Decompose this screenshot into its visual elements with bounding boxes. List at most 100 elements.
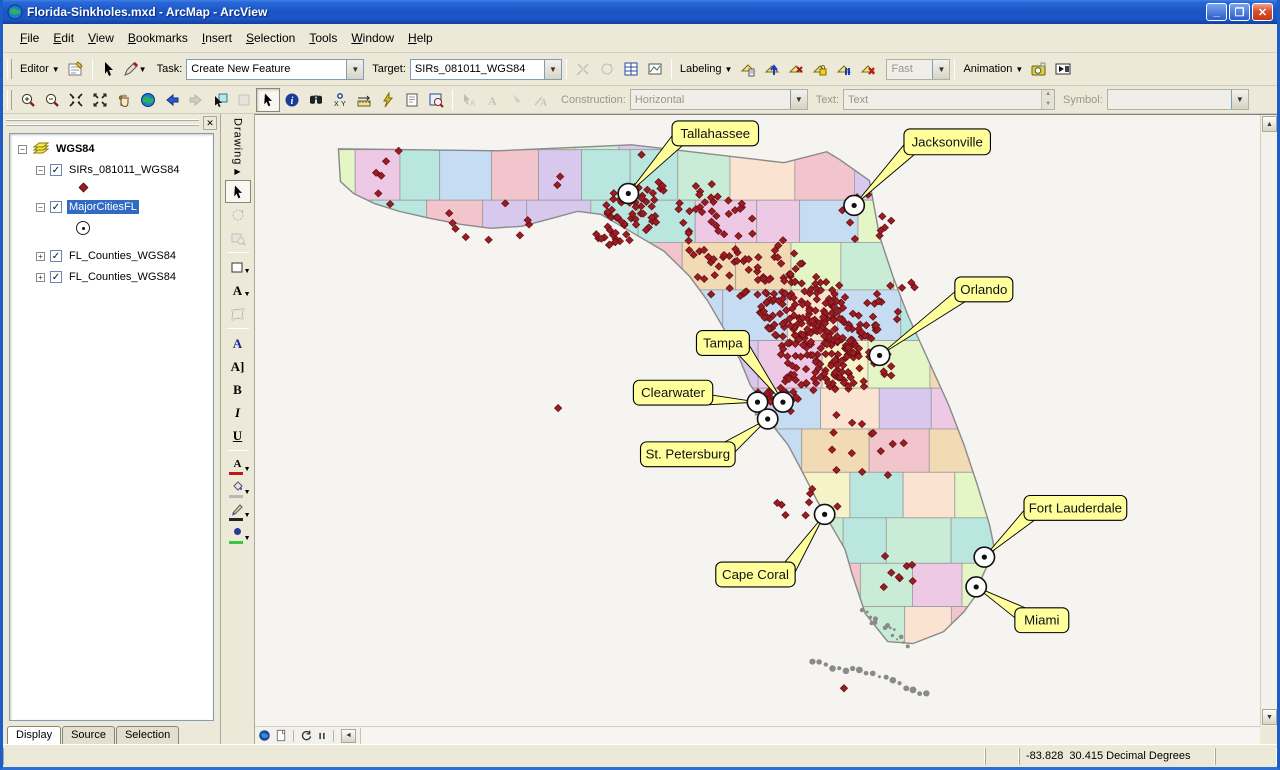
label-view-unplaced-button[interactable] [784,57,808,81]
tab-source[interactable]: Source [62,726,115,744]
toc-close-button[interactable]: ✕ [203,116,217,130]
label-stop-button[interactable] [856,57,880,81]
minimize-button[interactable]: _ [1206,3,1227,21]
font-size-button[interactable]: A] [225,355,251,378]
layer-label[interactable]: FL_Counties_WGS84 [67,249,178,263]
layer-row-counties-2[interactable]: + ✓ FL_Counties_WGS84 [36,270,209,284]
horizontal-scrollbar[interactable] [360,728,1260,744]
expander-minus-icon[interactable]: − [36,203,45,212]
new-text-tool[interactable]: A ▼ [225,279,251,302]
zoom-in-icon[interactable] [16,88,40,112]
magnifier-window-icon[interactable] [424,88,448,112]
pan-icon[interactable] [112,88,136,112]
chevron-down-icon[interactable]: ▼ [244,489,251,496]
tab-display[interactable]: Display [7,726,61,744]
data-view-button[interactable] [258,729,271,742]
toc-root-row[interactable]: − WGS84 [18,142,209,156]
expander-plus-icon[interactable]: + [36,273,45,282]
expander-minus-icon[interactable]: − [18,145,27,154]
fill-color-button[interactable]: ▼ [225,477,251,500]
measure-icon[interactable] [352,88,376,112]
capture-view-button[interactable] [1027,57,1051,81]
edit-tool-button[interactable] [97,57,121,81]
chevron-down-icon[interactable]: ▼ [244,512,251,519]
layer-label[interactable]: SIRs_081011_WGS84 [67,163,181,177]
fixed-zoom-out-icon[interactable] [88,88,112,112]
italic-button[interactable]: I [225,401,251,424]
bold-button[interactable]: B [225,378,251,401]
layer-checkbox[interactable]: ✓ [50,250,62,262]
editor-menu-button[interactable]: Editor▼ [16,63,64,75]
find-icon[interactable] [304,88,328,112]
layer-symbol-row[interactable] [80,184,209,191]
task-combo[interactable]: Create New Feature▼ [186,59,364,80]
chevron-down-icon[interactable]: ▼ [244,466,251,473]
zoom-out-icon[interactable] [40,88,64,112]
menu-bookmarks[interactable]: Bookmarks [121,28,195,48]
line-color-button[interactable]: ▼ [225,500,251,523]
identify-icon[interactable]: i [280,88,304,112]
layer-row-majorcities[interactable]: − ✓ MajorCitiesFL [36,200,209,214]
html-popup-icon[interactable] [400,88,424,112]
animation-controls-button[interactable] [1051,57,1075,81]
label-lock-button[interactable] [808,57,832,81]
layer-row-sinkholes[interactable]: − ✓ SIRs_081011_WGS84 [36,163,209,177]
labeling-menu-button[interactable]: Labeling▼ [676,63,737,75]
restore-button[interactable]: ❐ [1229,3,1250,21]
marker-color-button[interactable]: ▼ [225,523,251,546]
toolbar-grip[interactable] [7,59,12,79]
editor-toolbar-icon[interactable] [64,57,88,81]
hyperlink-icon[interactable] [376,88,400,112]
scroll-left-icon[interactable]: ◄ [341,729,356,743]
refresh-view-button[interactable] [300,729,313,742]
vertical-scrollbar[interactable]: ▲ ▼ [1260,115,1277,726]
back-extent-icon[interactable] [160,88,184,112]
layer-symbol-row[interactable] [76,221,209,235]
target-combo[interactable]: SIRs_081011_WGS84▼ [410,59,562,80]
menu-selection[interactable]: Selection [239,28,302,48]
label-weight-button[interactable] [760,57,784,81]
layer-row-counties-1[interactable]: + ✓ FL_Counties_WGS84 [36,249,209,263]
go-to-xy-icon[interactable]: XY [328,88,352,112]
scroll-down-icon[interactable]: ▼ [1262,709,1277,725]
fixed-zoom-in-icon[interactable] [64,88,88,112]
layer-checkbox[interactable]: ✓ [50,271,62,283]
chevron-down-icon[interactable]: ▼ [244,291,251,298]
tab-selection[interactable]: Selection [116,726,179,744]
menu-window[interactable]: Window [344,28,401,48]
chevron-down-icon[interactable]: ▼ [244,268,251,275]
select-elements-icon[interactable] [256,88,280,112]
scroll-up-icon[interactable]: ▲ [1262,116,1277,132]
toolbar-grip[interactable] [7,90,12,110]
layer-checkbox[interactable]: ✓ [50,201,62,213]
map-canvas[interactable]: TallahasseeJacksonvilleOrlandoTampaClear… [255,115,1260,726]
drawing-menu-arrow-icon[interactable]: ▶ [234,167,240,176]
menu-tools[interactable]: Tools [302,28,344,48]
layer-label-selected[interactable]: MajorCitiesFL [67,200,139,214]
dataframe-label[interactable]: WGS84 [54,142,97,156]
label-pause-button[interactable] [832,57,856,81]
menu-file[interactable]: File [13,28,46,48]
new-rectangle-tool[interactable]: ▼ [225,256,251,279]
font-color-button[interactable]: A ▼ [225,454,251,477]
label-priority-button[interactable] [736,57,760,81]
pause-drawing-button[interactable] [317,730,327,742]
font-button[interactable]: A [225,332,251,355]
select-elements-tool[interactable] [225,180,251,203]
layout-view-button[interactable] [275,729,287,742]
chevron-down-icon[interactable]: ▼ [244,535,251,542]
combo-dropdown-icon[interactable]: ▼ [346,60,363,79]
layer-label[interactable]: FL_Counties_WGS84 [67,270,178,284]
sketch-properties-button[interactable] [643,57,667,81]
menu-edit[interactable]: Edit [46,28,81,48]
sketch-tool-button[interactable]: ▼ [121,57,149,81]
expander-plus-icon[interactable]: + [36,252,45,261]
full-extent-icon[interactable] [136,88,160,112]
expander-minus-icon[interactable]: − [36,166,45,175]
toc-drag-grip[interactable] [6,119,199,126]
menu-help[interactable]: Help [401,28,440,48]
combo-dropdown-icon[interactable]: ▼ [544,60,561,79]
underline-button[interactable]: U [225,424,251,447]
animation-menu-button[interactable]: Animation▼ [959,63,1027,75]
menu-insert[interactable]: Insert [195,28,239,48]
